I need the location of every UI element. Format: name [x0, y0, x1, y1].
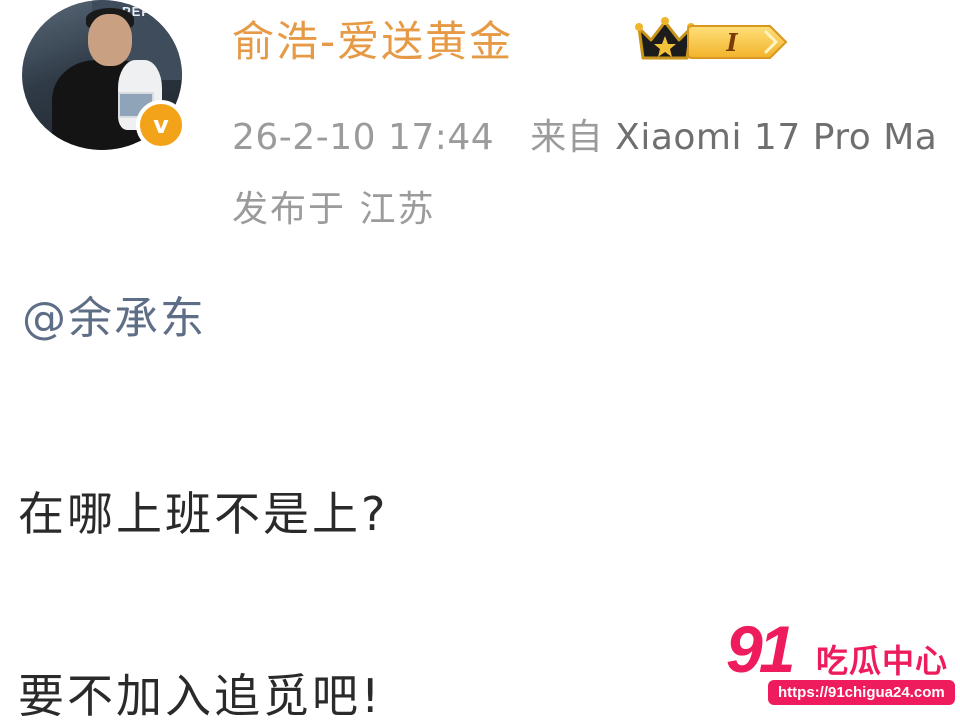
watermark: 91 吃瓜中心 https://91chigua24.com — [726, 616, 960, 720]
post-source-prefix: 来自 — [530, 117, 604, 158]
watermark-url: https://91chigua24.com — [768, 680, 955, 705]
mention-link[interactable]: @余承东 — [22, 282, 206, 346]
post-timestamp: 26-2-10 17:44 — [232, 117, 495, 158]
avatar-person-head — [88, 14, 132, 66]
post-text-line-1: 在哪上班不是上? — [18, 487, 389, 541]
watermark-number: 91 — [726, 612, 795, 686]
post-device[interactable]: Xiaomi 17 Pro Ma — [615, 117, 937, 158]
watermark-text: 吃瓜中心 — [816, 642, 949, 680]
vip-level-badge[interactable]: I — [686, 22, 790, 62]
vip-level-label: I — [726, 27, 738, 57]
username[interactable]: 俞浩-爱送黄金 — [232, 8, 513, 70]
post-text-line-2: 要不加入追觅吧! — [18, 669, 383, 720]
post-meta: 26-2-10 17:44 来自 Xiaomi 17 Pro Ma — [232, 108, 937, 160]
vip-level-badge-shape — [687, 25, 788, 59]
post-location: 发布于 江苏 — [232, 189, 436, 230]
verified-badge-icon: v — [136, 100, 186, 150]
